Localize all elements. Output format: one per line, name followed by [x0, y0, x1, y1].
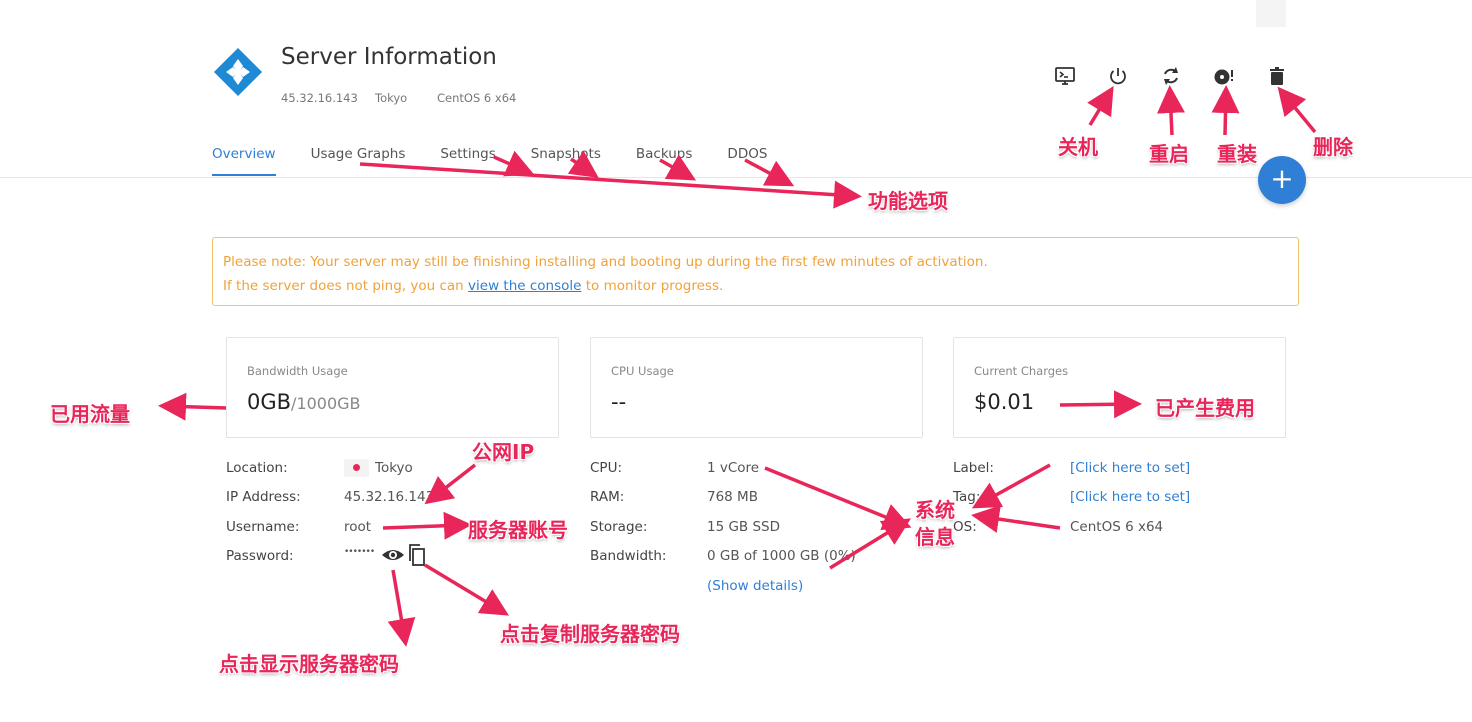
add-button[interactable]: +: [1258, 156, 1306, 204]
arrow-system-os: [971, 505, 1061, 533]
activation-notice: Please note: Your server may still be fi…: [212, 237, 1299, 306]
os-value: CentOS 6 x64: [1070, 519, 1164, 535]
bandwidth-card: Bandwidth Usage 0GB/1000GB: [226, 337, 559, 438]
cpu-label: CPU Usage: [611, 364, 674, 378]
cpu-value: --: [611, 390, 627, 414]
annotation-restart: 重启: [1149, 142, 1189, 166]
password-key: Password:: [226, 548, 294, 564]
cpu-key: CPU:: [590, 460, 622, 476]
arrow-system-cpu: [764, 466, 912, 531]
annotation-system-info-1: 系统: [915, 498, 955, 522]
header-ip: 45.32.16.143: [281, 91, 358, 105]
tab-overview[interactable]: Overview: [212, 146, 276, 176]
annotation-show-password: 点击显示服务器密码: [219, 652, 399, 676]
copy-icon[interactable]: [407, 543, 427, 567]
charges-label: Current Charges: [974, 364, 1069, 378]
charges-card: Current Charges $0.01: [953, 337, 1286, 438]
arrow-copy-password: [424, 563, 509, 616]
annotation-copy-password: 点击复制服务器密码: [500, 622, 680, 646]
bandwidth-value: 0GB/1000GB: [247, 390, 361, 414]
arrow-account: [382, 511, 472, 540]
bandwidth-limit: /1000GB: [291, 394, 361, 413]
username-key: Username:: [226, 519, 300, 535]
japan-flag-icon: [344, 459, 369, 477]
view-console-link[interactable]: view the console: [468, 278, 581, 294]
refresh-icon[interactable]: [1159, 64, 1183, 88]
header-divider: [0, 177, 1472, 178]
tab-backups[interactable]: Backups: [636, 146, 693, 176]
annotation-charges: 已产生费用: [1155, 396, 1255, 420]
ip-key: IP Address:: [226, 489, 301, 505]
os-key: OS:: [953, 519, 977, 535]
storage-key: Storage:: [590, 519, 648, 535]
notice-text: If the server does not ping, you can: [223, 278, 469, 294]
cpu-card: CPU Usage --: [590, 337, 923, 438]
annotation-delete: 删除: [1313, 135, 1353, 159]
page-title: Server Information: [281, 44, 497, 70]
arrow-delete: [1277, 86, 1317, 134]
header-os: CentOS 6 x64: [437, 91, 517, 105]
tab-bar: Overview Usage Graphs Settings Snapshots…: [212, 146, 802, 178]
tab-usage-graphs[interactable]: Usage Graphs: [311, 146, 406, 176]
annotation-bandwidth-used: 已用流量: [50, 402, 130, 426]
arrow-bandwidth: [158, 392, 227, 421]
disc-icon[interactable]: [1212, 64, 1236, 88]
tab-ddos[interactable]: DDOS: [727, 146, 767, 176]
server-logo-icon: [213, 47, 263, 97]
label-set-link[interactable]: [Click here to set]: [1070, 460, 1190, 476]
notice-line-1: Please note: Your server may still be fi…: [223, 254, 988, 270]
arrow-show-password: [387, 569, 416, 647]
location-value: Tokyo: [375, 460, 413, 476]
charges-value: $0.01: [974, 390, 1035, 414]
bandwidth-key: Bandwidth:: [590, 548, 667, 564]
annotation-shutdown: 关机: [1058, 135, 1098, 159]
arrow-shutdown: [1087, 86, 1114, 126]
show-details-link[interactable]: (Show details): [707, 578, 803, 594]
tag-key: Tag:: [953, 489, 981, 505]
power-icon[interactable]: [1106, 64, 1130, 88]
eye-icon[interactable]: [381, 546, 405, 564]
header-location: Tokyo: [375, 91, 408, 105]
password-value: •••••••: [344, 547, 375, 557]
corner-square: [1256, 0, 1286, 27]
username-value: root: [344, 519, 372, 535]
arrow-public-ip: [424, 463, 477, 505]
arrow-reinstall: [1211, 85, 1240, 136]
bandwidth-info-value: 0 GB of 1000 GB (0%): [707, 548, 856, 564]
ram-key: RAM:: [590, 489, 625, 505]
monitor-icon[interactable]: [1053, 64, 1077, 88]
ip-value: 45.32.16.143: [344, 489, 435, 505]
annotation-account: 服务器账号: [468, 518, 568, 542]
annotation-public-ip: 公网IP: [472, 440, 535, 464]
notice-line-2: If the server does not ping, you can vie…: [223, 274, 1288, 298]
label-key: Label:: [953, 460, 994, 476]
ram-value: 768 MB: [707, 489, 758, 505]
trash-icon[interactable]: [1265, 64, 1289, 88]
tab-settings[interactable]: Settings: [440, 146, 495, 176]
arrow-restart: [1156, 85, 1185, 136]
tab-snapshots[interactable]: Snapshots: [531, 146, 601, 176]
location-key: Location:: [226, 460, 288, 476]
cpu-info-value: 1 vCore: [707, 460, 760, 476]
annotation-system-info-2: 信息: [915, 525, 955, 549]
tag-set-link[interactable]: [Click here to set]: [1070, 489, 1190, 505]
bandwidth-label: Bandwidth Usage: [247, 364, 348, 378]
annotation-features: 功能选项: [868, 189, 948, 213]
notice-text-end: to monitor progress.: [581, 278, 724, 294]
annotation-reinstall: 重装: [1217, 142, 1257, 166]
storage-value: 15 GB SSD: [707, 519, 781, 535]
bandwidth-used: 0GB: [247, 390, 292, 414]
